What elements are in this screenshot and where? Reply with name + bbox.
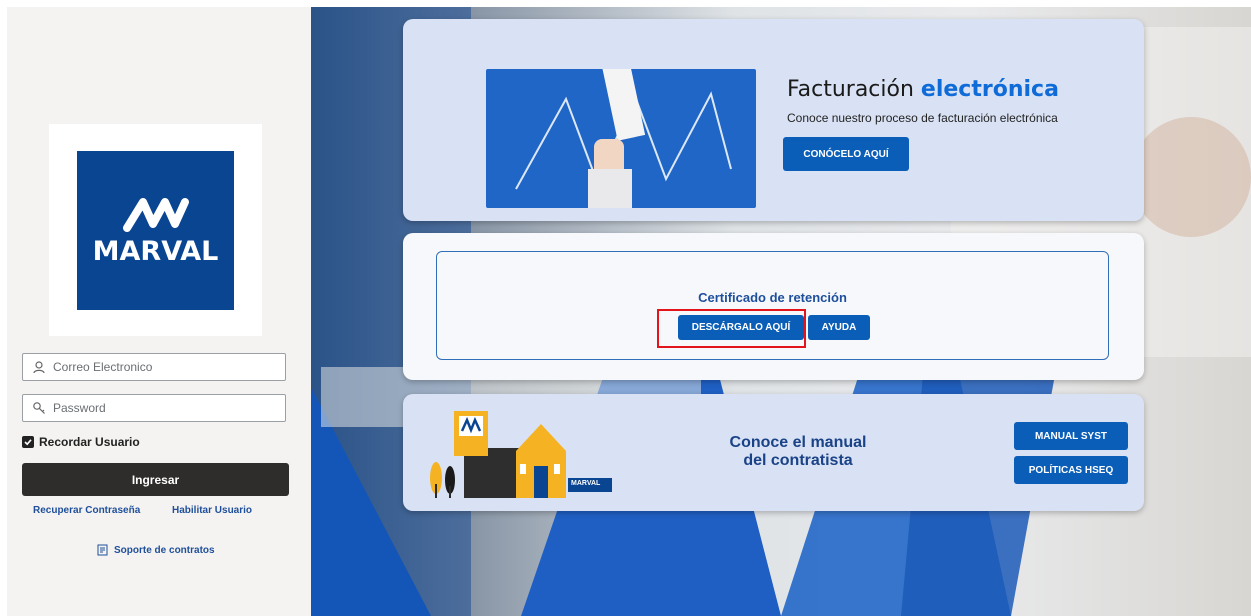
marval-logo: MARVAL — [77, 151, 234, 310]
marval-logo-icon — [122, 198, 189, 232]
remember-checkbox[interactable] — [22, 436, 34, 448]
manual-title-line2: del contratista — [743, 452, 853, 469]
receipt-hand-icon — [515, 69, 732, 208]
hseq-policies-button[interactable]: POLÍTICAS HSEQ — [1014, 456, 1128, 484]
login-button[interactable]: Ingresar — [22, 463, 289, 496]
support-contracts[interactable]: Soporte de contratos — [97, 544, 215, 556]
top-strip — [0, 0, 1251, 7]
email-input[interactable] — [53, 360, 285, 374]
highlight-box — [657, 309, 806, 348]
document-icon — [97, 544, 108, 556]
logo-text: MARVAL — [92, 236, 219, 267]
login-panel: MARVAL Recordar Usuario Ingresar Recuper… — [7, 7, 311, 616]
remember-label: Recordar Usuario — [39, 435, 140, 449]
manual-syst-button[interactable]: MANUAL SYST — [1014, 422, 1128, 450]
invoicing-title-bold: electrónica — [920, 77, 1059, 102]
invoicing-subtitle: Conoce nuestro proceso de facturación el… — [787, 111, 1058, 125]
support-contracts-link[interactable]: Soporte de contratos — [114, 545, 215, 556]
remember-user[interactable]: Recordar Usuario — [22, 435, 140, 449]
email-field[interactable] — [22, 353, 286, 381]
recover-password-link[interactable]: Recuperar Contraseña — [33, 505, 140, 516]
key-icon — [32, 401, 46, 415]
check-icon — [24, 439, 32, 446]
card-electronic-invoicing: Facturación electrónica Conoce nuestro p… — [403, 19, 1144, 221]
password-field[interactable] — [22, 394, 286, 422]
illustration-sign-text: MARVAL — [571, 480, 601, 487]
manual-title: Conoce el manual del contratista — [683, 434, 913, 470]
invoicing-title-plain: Facturación — [787, 77, 921, 102]
password-input[interactable] — [53, 401, 285, 415]
logo-card: MARVAL — [49, 124, 262, 336]
invoicing-illustration — [486, 69, 756, 208]
card-retention-certificate: Certificado de retención DESCÁRGALO AQUÍ… — [403, 233, 1144, 380]
invoicing-title: Facturación electrónica — [787, 77, 1059, 102]
learn-more-button[interactable]: CONÓCELO AQUÍ — [783, 137, 909, 171]
help-button[interactable]: AYUDA — [808, 315, 870, 340]
user-icon — [32, 360, 46, 374]
card-contractor-manual: MARVAL Conoce el manual del contratista … — [403, 394, 1144, 511]
manual-title-line1: Conoce el manual — [729, 434, 867, 451]
certificate-title: Certificado de retención — [698, 290, 847, 305]
enable-user-link[interactable]: Habilitar Usuario — [172, 505, 252, 516]
